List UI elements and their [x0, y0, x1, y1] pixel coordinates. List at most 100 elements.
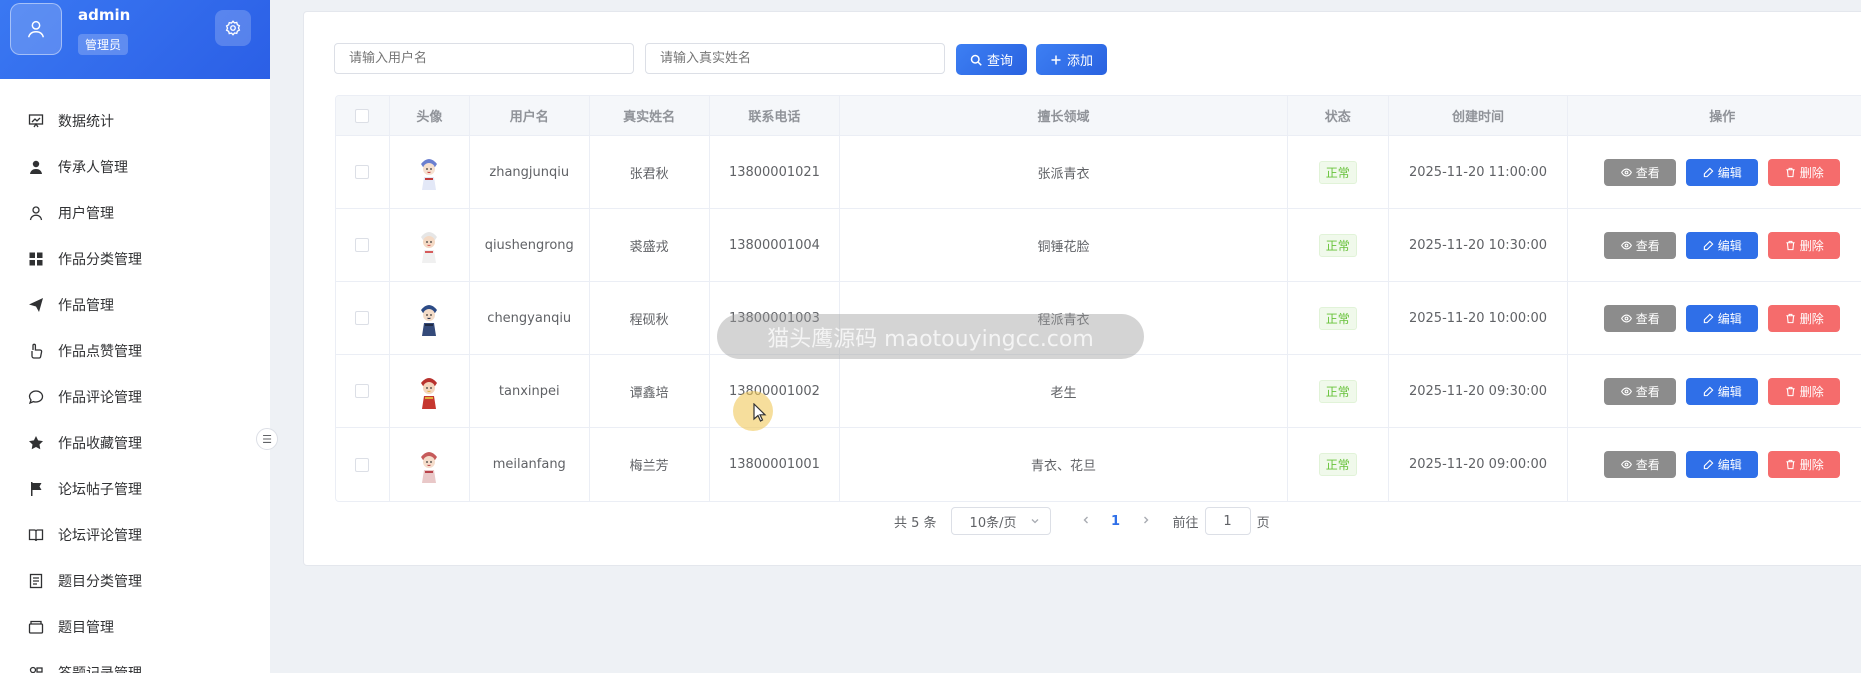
prev-page-button[interactable] [1071, 514, 1101, 529]
trash-icon [1786, 459, 1795, 470]
add-button-label: 添加 [1066, 54, 1093, 69]
username-search-input[interactable] [334, 43, 634, 74]
edit-button[interactable]: 编辑 [1686, 158, 1759, 186]
sidebar-item-users[interactable]: 用户管理 [0, 190, 270, 236]
goto-page-input[interactable] [1204, 507, 1251, 535]
send-icon [29, 298, 43, 312]
select-all-checkbox[interactable] [355, 108, 370, 123]
status-cell: 正常 [1288, 136, 1389, 208]
edit-button[interactable]: 编辑 [1686, 377, 1759, 405]
next-page-button[interactable] [1131, 514, 1161, 529]
cell-username: qiushengrong [470, 209, 590, 281]
record-icon [29, 666, 43, 673]
delete-button[interactable]: 删除 [1768, 451, 1841, 478]
row-checkbox[interactable] [355, 384, 370, 398]
cell-username: zhangjunqiu [470, 136, 590, 208]
edit-icon [1703, 386, 1714, 396]
sidebar-item-label: 答题记录管理 [58, 663, 142, 673]
cell-realname: 裘盛戎 [590, 209, 710, 281]
sidebar-item-label: 论坛帖子管理 [58, 482, 142, 498]
header-actions: 操作 [1709, 110, 1736, 125]
avatar [408, 443, 451, 486]
sidebar-collapse-button[interactable]: ☰ [256, 428, 278, 450]
sidebar-item-questions[interactable]: 题目管理 [0, 604, 270, 650]
cell-created: 2025-11-20 10:00:00 [1389, 282, 1569, 354]
chevron-right-icon [1143, 516, 1149, 523]
sidebar-item-stats[interactable]: 数据统计 [0, 98, 270, 144]
view-button[interactable]: 查看 [1604, 231, 1677, 259]
sidebar-item-label: 题目分类管理 [58, 574, 142, 590]
search-button[interactable]: 查询 [956, 44, 1027, 75]
page-number-current[interactable]: 1 [1101, 514, 1131, 529]
select-all-cell [336, 96, 390, 135]
delete-button-label: 删除 [1799, 238, 1824, 253]
edit-icon [1703, 167, 1714, 177]
realname-search-input[interactable] [645, 43, 945, 74]
tickets-icon [29, 573, 43, 589]
sidebar-item-work-category[interactable]: 作品分类管理 [0, 236, 270, 282]
status-badge: 正常 [1318, 379, 1357, 403]
grid-icon [29, 252, 43, 266]
cell-field: 老生 [840, 355, 1288, 427]
edit-button[interactable]: 编辑 [1686, 304, 1759, 332]
edit-icon [1703, 313, 1714, 323]
profile-header: admin 管理员 [0, 0, 270, 79]
row-checkbox[interactable] [355, 311, 370, 325]
view-button[interactable]: 查看 [1604, 158, 1677, 186]
view-button[interactable]: 查看 [1604, 451, 1677, 478]
delete-button-label: 删除 [1799, 458, 1824, 472]
delete-button[interactable]: 删除 [1768, 158, 1841, 186]
row-checkbox[interactable] [355, 238, 370, 252]
sidebar-item-likes[interactable]: 作品点赞管理 [0, 328, 270, 374]
pagination-total: 共 5 条 [894, 515, 937, 531]
watermark: 猫头鹰源码 maotouyingcc.com [717, 314, 1144, 359]
row-select-cell [336, 136, 390, 208]
delete-button[interactable]: 删除 [1768, 304, 1841, 332]
sidebar-item-label: 作品管理 [58, 298, 114, 314]
delete-button-label: 删除 [1799, 165, 1824, 180]
eye-icon [1620, 241, 1632, 249]
actions-cell: 查看 编辑 删除 [1568, 282, 1861, 354]
status-badge: 正常 [1318, 306, 1357, 330]
cell-realname: 梅兰芳 [590, 428, 710, 501]
cell-username: tanxinpei [470, 355, 590, 427]
sidebar-item-label: 传承人管理 [58, 160, 128, 176]
sidebar-item-question-category[interactable]: 题目分类管理 [0, 558, 270, 604]
delete-button[interactable]: 删除 [1768, 377, 1841, 405]
sidebar-item-inheritor[interactable]: 传承人管理 [0, 144, 270, 190]
view-button[interactable]: 查看 [1604, 377, 1677, 405]
row-checkbox[interactable] [355, 457, 370, 472]
sidebar-item-comments[interactable]: 作品评论管理 [0, 374, 270, 420]
sidebar-item-works[interactable]: 作品管理 [0, 282, 270, 328]
edit-button[interactable]: 编辑 [1686, 451, 1759, 478]
status-badge: 正常 [1318, 453, 1357, 476]
page-size-value: 10条/页 [969, 515, 1017, 531]
page-size-select[interactable]: 10条/页 [950, 507, 1051, 535]
delete-button-label: 删除 [1799, 311, 1824, 326]
cell-phone: 13800001004 [710, 209, 841, 281]
user-avatar[interactable] [10, 3, 62, 55]
delete-button[interactable]: 删除 [1768, 231, 1841, 259]
row-checkbox[interactable] [355, 165, 370, 179]
add-button[interactable]: 添加 [1036, 44, 1107, 75]
header-username: 用户名 [470, 96, 590, 135]
edit-button-label: 编辑 [1717, 458, 1742, 472]
header-created: 创建时间 [1389, 96, 1569, 135]
table-row: zhangjunqiu 张君秋 13800001021 张派青衣 正常 2025-11-2… [336, 136, 1861, 209]
actions-cell: 查看 编辑 删除 [1568, 209, 1861, 281]
status-cell: 正常 [1288, 209, 1389, 281]
cell-realname: 张君秋 [590, 136, 710, 208]
view-button[interactable]: 查看 [1604, 304, 1677, 332]
sidebar-item-favorites[interactable]: 作品收藏管理 [0, 420, 270, 466]
sidebar-item-answer-records[interactable]: 答题记录管理 [0, 650, 270, 673]
settings-button[interactable] [215, 10, 251, 46]
edit-button[interactable]: 编辑 [1686, 231, 1759, 259]
profile-name: admin [78, 6, 131, 24]
sidebar-item-label: 作品收藏管理 [58, 436, 142, 452]
inheritor-table: 头像 用户名 真实姓名 联系电话 擅长领域 状态 创建时间 操作 zhangju… [335, 95, 1861, 502]
eye-icon [1620, 387, 1632, 395]
view-button-label: 查看 [1635, 458, 1660, 472]
sidebar-item-forum-posts[interactable]: 论坛帖子管理 [0, 466, 270, 512]
edit-icon [1703, 240, 1714, 250]
sidebar-item-forum-comments[interactable]: 论坛评论管理 [0, 512, 270, 558]
